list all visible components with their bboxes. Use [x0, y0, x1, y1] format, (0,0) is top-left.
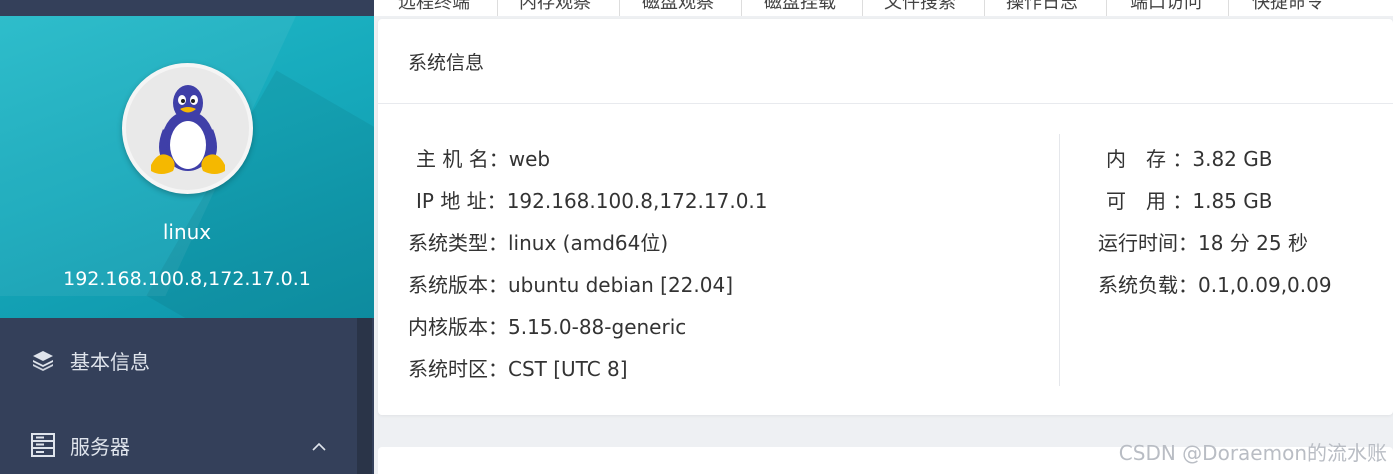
info-label: 可 用 ：	[1106, 189, 1193, 213]
host-profile-panel: linux 192.168.100.8,172.17.0.1	[0, 16, 374, 318]
card-title: 系统信息	[378, 19, 1393, 104]
top-tab-strip: 远程终端 内存观察 磁盘观察 磁盘挂载 文件搜索 操作日志 端口访问 快捷命令	[374, 0, 1393, 16]
info-label: 主 机 名：	[416, 147, 509, 171]
tab-port-access[interactable]: 端口访问	[1130, 0, 1202, 14]
info-row-uptime: 运行时间：18 分 25 秒	[1098, 227, 1308, 256]
info-label: 运行时间：	[1098, 231, 1198, 255]
watermark: CSDN @Doraemon的流水账	[1118, 441, 1387, 465]
info-label: 系统类型：	[408, 231, 508, 255]
info-value: 5.15.0-88-generic	[508, 315, 687, 339]
column-divider	[1059, 134, 1060, 386]
layers-icon	[30, 347, 56, 373]
info-value: web	[508, 147, 551, 171]
sidebar-scrollbar[interactable]	[357, 318, 372, 474]
info-value: linux (amd64位)	[508, 231, 669, 255]
linux-tux-icon	[150, 84, 225, 174]
sidebar-item-basic-info[interactable]: 基本信息	[0, 318, 357, 402]
info-row-hostname: 主 机 名：web	[416, 143, 550, 172]
avatar	[122, 63, 253, 194]
info-label: IP 地 址：	[416, 189, 507, 213]
info-label: 内核版本：	[408, 315, 508, 339]
sidebar: linux 192.168.100.8,172.17.0.1 基本信息 服务器	[0, 0, 374, 474]
info-row-timezone: 系统时区：CST [UTC 8]	[408, 353, 628, 382]
sidebar-item-server[interactable]: 服务器	[0, 403, 357, 474]
tab-disk-mount[interactable]: 磁盘挂载	[764, 0, 836, 14]
info-value: ubuntu debian [22.04]	[508, 273, 733, 297]
server-icon	[30, 432, 56, 458]
info-value: 1.85 GB	[1192, 189, 1273, 213]
chevron-up-icon[interactable]	[311, 433, 327, 457]
info-label: 内 存 ：	[1106, 147, 1193, 171]
tab-operation-log[interactable]: 操作日志	[1006, 0, 1078, 14]
info-row-kernel: 内核版本：5.15.0-88-generic	[408, 311, 686, 340]
info-value: 192.168.100.8,172.17.0.1	[506, 189, 768, 213]
tab-disk-view[interactable]: 磁盘观察	[642, 0, 714, 14]
info-label: 系统负载：	[1098, 273, 1198, 297]
system-info-card: 系统信息 主 机 名：web IP 地 址：192.168.100.8,172.…	[378, 19, 1393, 415]
sidebar-item-label: 服务器	[70, 434, 130, 459]
host-ip: 192.168.100.8,172.17.0.1	[63, 268, 311, 290]
info-row-os-type: 系统类型：linux (amd64位)	[408, 227, 668, 256]
sidebar-item-label: 基本信息	[70, 349, 150, 374]
info-row-memory: 内 存 ：3.82 GB	[1106, 143, 1272, 172]
tab-remote-terminal[interactable]: 远程终端	[398, 0, 470, 14]
info-value: 0.1,0.09,0.09	[1198, 273, 1332, 297]
tab-quick-command[interactable]: 快捷命令	[1252, 0, 1324, 14]
info-value: 18 分 25 秒	[1198, 231, 1308, 255]
info-value: 3.82 GB	[1192, 147, 1273, 171]
info-row-load: 系统负载：0.1,0.09,0.09	[1098, 269, 1332, 298]
info-row-ip: IP 地 址：192.168.100.8,172.17.0.1	[416, 185, 768, 214]
info-label: 系统版本：	[408, 273, 508, 297]
info-row-available: 可 用 ：1.85 GB	[1106, 185, 1272, 214]
tab-file-search[interactable]: 文件搜索	[884, 0, 956, 14]
tab-memory-view[interactable]: 内存观察	[519, 0, 591, 14]
info-value: CST [UTC 8]	[508, 357, 628, 381]
info-row-os-version: 系统版本：ubuntu debian [22.04]	[408, 269, 733, 298]
info-label: 系统时区：	[408, 357, 508, 381]
host-name: linux	[162, 220, 212, 244]
